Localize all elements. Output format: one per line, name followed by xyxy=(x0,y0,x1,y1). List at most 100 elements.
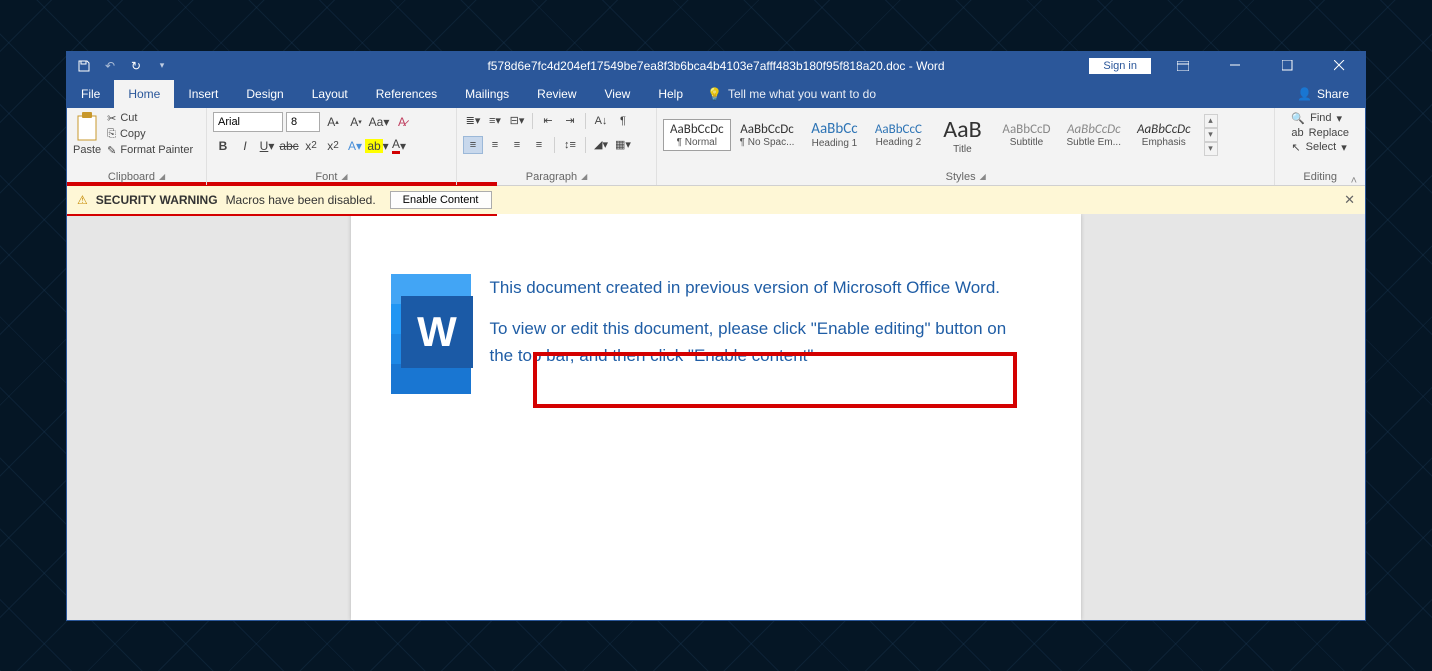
tab-home[interactable]: Home xyxy=(114,80,174,108)
style--normal[interactable]: AaBbCcDc¶ Normal xyxy=(663,119,731,151)
align-center-icon[interactable]: ≡ xyxy=(485,136,505,154)
security-warning-bar: ⚠ SECURITY WARNING Macros have been disa… xyxy=(67,186,1365,214)
window-title: f578d6e7fc4d204ef17549be7ea8f3b6bca4b410… xyxy=(487,59,944,73)
ribbon-display-icon[interactable] xyxy=(1163,52,1203,80)
copy-button[interactable]: ⎘Copy xyxy=(107,128,193,141)
enable-content-button[interactable]: Enable Content xyxy=(390,191,492,209)
copy-icon: ⎘ xyxy=(107,128,116,141)
underline-button[interactable]: U▾ xyxy=(257,136,277,156)
style-subtle-em-[interactable]: AaBbCcDcSubtle Em... xyxy=(1060,119,1128,151)
tab-insert[interactable]: Insert xyxy=(174,80,232,108)
numbering-icon[interactable]: ≡▾ xyxy=(485,112,505,130)
line-spacing-icon[interactable]: ↕≡ xyxy=(560,136,580,154)
superscript-button[interactable]: x2 xyxy=(323,136,343,156)
find-button[interactable]: 🔍Find ▾ xyxy=(1291,112,1349,125)
share-button[interactable]: 👤 Share xyxy=(1281,87,1365,101)
sort-icon[interactable]: A↓ xyxy=(591,112,611,130)
style-title[interactable]: AaBTitle xyxy=(931,112,993,158)
group-clipboard: Paste ✂Cut ⎘Copy ✎Format Painter Clipboa… xyxy=(67,108,207,185)
borders-icon[interactable]: ▦▾ xyxy=(613,136,633,154)
font-color-icon[interactable]: A▾ xyxy=(389,136,409,156)
show-marks-icon[interactable]: ¶ xyxy=(613,112,633,130)
titlebar: ↶ ↻ ▾ f578d6e7fc4d204ef17549be7ea8f3b6bc… xyxy=(67,52,1365,80)
font-name-select[interactable] xyxy=(213,112,283,132)
qat-customize-icon[interactable]: ▾ xyxy=(155,59,169,73)
ribbon-tabs: FileHomeInsertDesignLayoutReferencesMail… xyxy=(67,80,1365,108)
format-painter-button[interactable]: ✎Format Painter xyxy=(107,144,193,157)
shrink-font-icon[interactable]: A▾ xyxy=(346,112,366,132)
cut-button[interactable]: ✂Cut xyxy=(107,112,193,125)
maximize-button[interactable] xyxy=(1267,52,1307,80)
align-left-icon[interactable]: ≡ xyxy=(463,136,483,154)
align-right-icon[interactable]: ≡ xyxy=(507,136,527,154)
font-size-select[interactable] xyxy=(286,112,320,132)
find-icon: 🔍 xyxy=(1291,112,1305,125)
strikethrough-button[interactable]: abc xyxy=(279,136,299,156)
tab-review[interactable]: Review xyxy=(523,80,590,108)
bullets-icon[interactable]: ≣▾ xyxy=(463,112,483,130)
styles-down-icon[interactable]: ▾ xyxy=(1204,128,1218,142)
security-message: Macros have been disabled. xyxy=(226,193,376,207)
group-font: A▴ A▾ Aa▾ A̷ B I U▾ abc x2 x2 A▾ ab▾ A▾ xyxy=(207,108,457,185)
multilevel-icon[interactable]: ⊟▾ xyxy=(507,112,527,130)
brush-icon: ✎ xyxy=(107,144,116,157)
select-icon: ↖ xyxy=(1291,141,1300,154)
minimize-button[interactable] xyxy=(1215,52,1255,80)
scissors-icon: ✂ xyxy=(107,112,116,125)
justify-icon[interactable]: ≡ xyxy=(529,136,549,154)
word-window: ↶ ↻ ▾ f578d6e7fc4d204ef17549be7ea8f3b6bc… xyxy=(66,51,1366,621)
styles-more-icon[interactable]: ▾ xyxy=(1204,142,1218,156)
bold-button[interactable]: B xyxy=(213,136,233,156)
paste-button[interactable]: Paste xyxy=(73,112,101,157)
tab-help[interactable]: Help xyxy=(644,80,697,108)
save-icon[interactable] xyxy=(77,59,91,73)
subscript-button[interactable]: x2 xyxy=(301,136,321,156)
style-subtitle[interactable]: AaBbCcDSubtitle xyxy=(995,119,1057,151)
close-security-icon[interactable]: ✕ xyxy=(1344,192,1355,208)
signin-button[interactable]: Sign in xyxy=(1089,58,1151,74)
tab-view[interactable]: View xyxy=(591,80,645,108)
replace-button[interactable]: abReplace xyxy=(1291,127,1349,139)
tab-design[interactable]: Design xyxy=(232,80,297,108)
paragraph-group-label: Paragraph xyxy=(526,171,577,183)
grow-font-icon[interactable]: A▴ xyxy=(323,112,343,132)
tab-mailings[interactable]: Mailings xyxy=(451,80,523,108)
highlight-icon[interactable]: ab▾ xyxy=(367,136,387,156)
increase-indent-icon[interactable]: ⇥ xyxy=(560,112,580,130)
text-effects-icon[interactable]: A▾ xyxy=(345,136,365,156)
document-area[interactable]: W This document created in previous vers… xyxy=(67,214,1365,620)
shading-icon[interactable]: ◢▾ xyxy=(591,136,611,154)
style-heading-1[interactable]: AaBbCcHeading 1 xyxy=(803,117,865,152)
style-heading-2[interactable]: AaBbCcCHeading 2 xyxy=(867,119,929,151)
qat: ↶ ↻ ▾ xyxy=(67,59,169,73)
paste-label: Paste xyxy=(73,144,101,156)
tab-references[interactable]: References xyxy=(362,80,451,108)
tab-file[interactable]: File xyxy=(67,80,114,108)
styles-up-icon[interactable]: ▴ xyxy=(1204,114,1218,128)
tab-layout[interactable]: Layout xyxy=(298,80,362,108)
undo-icon[interactable]: ↶ xyxy=(103,59,117,73)
style--no-spac-[interactable]: AaBbCcDc¶ No Spac... xyxy=(733,119,802,151)
tell-me[interactable]: 💡 Tell me what you want to do xyxy=(707,87,876,101)
clear-formatting-icon[interactable]: A̷ xyxy=(392,112,412,132)
decrease-indent-icon[interactable]: ⇤ xyxy=(538,112,558,130)
font-launcher-icon[interactable]: ◢ xyxy=(341,172,347,181)
close-button[interactable] xyxy=(1319,52,1359,80)
tell-me-label: Tell me what you want to do xyxy=(728,87,876,101)
group-paragraph: ≣▾ ≡▾ ⊟▾ ⇤ ⇥ A↓ ¶ ≡ ≡ ≡ ≡ ↕≡ xyxy=(457,108,657,185)
lightbulb-icon: 💡 xyxy=(707,87,722,101)
style-emphasis[interactable]: AaBbCcDcEmphasis xyxy=(1130,119,1198,151)
redo-icon[interactable]: ↻ xyxy=(129,59,143,73)
clipboard-launcher-icon[interactable]: ◢ xyxy=(159,172,165,181)
security-title: SECURITY WARNING xyxy=(96,193,218,207)
font-group-label: Font xyxy=(315,171,337,183)
share-icon: 👤 xyxy=(1297,87,1312,101)
italic-button[interactable]: I xyxy=(235,136,255,156)
doc-line2: To view or edit this document, please cl… xyxy=(489,315,1031,369)
change-case-icon[interactable]: Aa▾ xyxy=(369,112,389,132)
shield-icon: ⚠ xyxy=(77,193,88,207)
paragraph-launcher-icon[interactable]: ◢ xyxy=(581,172,587,181)
group-styles: AaBbCcDc¶ NormalAaBbCcDc¶ No Spac...AaBb… xyxy=(657,108,1275,185)
select-button[interactable]: ↖Select ▾ xyxy=(1291,141,1349,154)
styles-launcher-icon[interactable]: ◢ xyxy=(980,172,986,181)
